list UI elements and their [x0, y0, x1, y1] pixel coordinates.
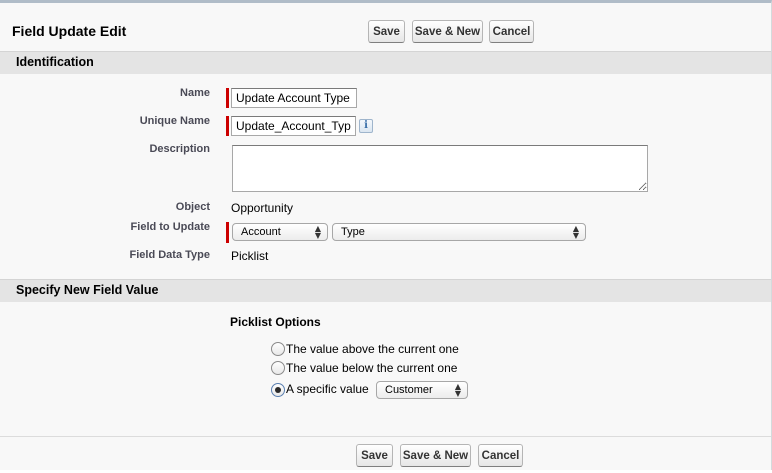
unique-name-input[interactable] — [231, 116, 356, 136]
radio-specific-value-label[interactable]: A specific value — [286, 382, 369, 396]
page-title: Field Update Edit — [12, 23, 127, 39]
field-data-type-value: Picklist — [231, 249, 269, 263]
description-label: Description — [149, 143, 210, 155]
page-footer: Save Save & New Cancel — [0, 436, 771, 473]
unique-name-label: Unique Name — [139, 115, 210, 127]
description-textarea[interactable] — [232, 145, 648, 192]
save-new-button-bottom[interactable]: Save & New — [400, 444, 471, 467]
page-header: Field Update Edit Save Save & New Cancel — [0, 6, 771, 53]
picklist-options-heading: Picklist Options — [230, 315, 321, 329]
identification-section-header: Identification — [0, 51, 771, 74]
required-indicator-field — [226, 222, 229, 243]
field-update-edit-panel: Field Update Edit Save Save & New Cancel… — [0, 0, 772, 470]
specific-value-select-value: Customer — [385, 384, 433, 396]
info-icon[interactable]: i — [359, 119, 373, 133]
object-label: Object — [175, 201, 210, 213]
radio-value-below[interactable] — [271, 361, 285, 375]
field-object-select-value: Account — [241, 226, 281, 238]
save-button-bottom[interactable]: Save — [356, 444, 393, 467]
new-field-value-section-header: Specify New Field Value — [0, 279, 771, 302]
name-label: Name — [180, 87, 210, 99]
radio-value-above-label[interactable]: The value above the current one — [286, 342, 459, 356]
object-value: Opportunity — [231, 201, 294, 215]
required-indicator-name — [226, 88, 229, 108]
cancel-button-top[interactable]: Cancel — [489, 20, 534, 43]
identification-section-title: Identification — [16, 55, 94, 69]
field-to-update-label: Field to Update — [130, 221, 210, 233]
required-indicator-unique-name — [226, 116, 229, 136]
specific-value-select[interactable]: Customer ▲ ▼ — [376, 381, 468, 399]
field-object-select[interactable]: Account ▲ ▼ — [232, 223, 328, 241]
updown-arrows-icon: ▲ ▼ — [314, 224, 321, 240]
new-field-value-section-title: Specify New Field Value — [16, 283, 159, 297]
updown-arrows-icon: ▲ ▼ — [454, 382, 461, 398]
radio-selected-dot — [275, 387, 281, 393]
field-field-select-value: Type — [341, 226, 365, 238]
cancel-button-bottom[interactable]: Cancel — [478, 444, 523, 467]
radio-value-above[interactable] — [271, 342, 285, 356]
field-data-type-label: Field Data Type — [129, 249, 210, 261]
field-field-select[interactable]: Type ▲ ▼ — [332, 223, 586, 241]
save-new-button-top[interactable]: Save & New — [412, 20, 483, 43]
updown-arrows-icon: ▲ ▼ — [572, 224, 579, 240]
radio-specific-value[interactable] — [271, 383, 285, 397]
name-input[interactable] — [231, 88, 357, 108]
radio-value-below-label[interactable]: The value below the current one — [286, 361, 457, 375]
save-button-top[interactable]: Save — [368, 20, 405, 43]
